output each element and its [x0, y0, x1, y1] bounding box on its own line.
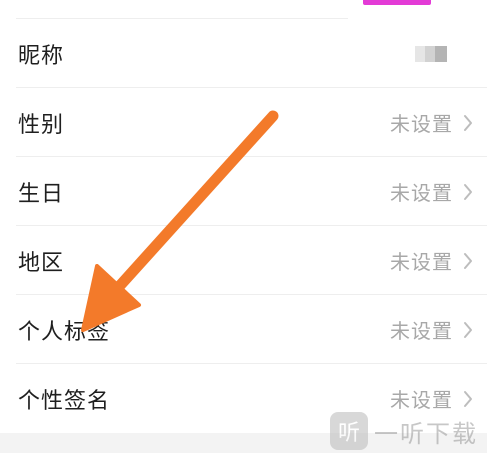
nickname-thumbnail [415, 45, 447, 62]
setting-row-birthday[interactable]: 生日 未设置 [0, 157, 487, 226]
setting-value: 未设置 [390, 388, 453, 412]
setting-label: 生日 [18, 181, 65, 207]
top-accent-bar [363, 0, 431, 5]
chevron-right-icon [461, 113, 475, 133]
watermark-text: 一听下载 [374, 419, 478, 448]
chevron-right-icon [461, 251, 475, 271]
setting-row-region[interactable]: 地区 未设置 [0, 226, 487, 295]
watermark: 听 一听下载 [330, 411, 478, 451]
chevron-right-icon [461, 389, 475, 409]
setting-value: 未设置 [390, 319, 453, 343]
setting-value: 未设置 [390, 250, 453, 274]
profile-settings-page: 昵称 性别 未设置 生日 未设置 地区 未设置 个人标签 未设置 个性签名 未设… [0, 0, 487, 453]
setting-value: 未设置 [390, 181, 453, 205]
setting-label: 个人标签 [18, 319, 111, 345]
chevron-right-icon [461, 320, 475, 340]
setting-row-gender[interactable]: 性别 未设置 [0, 88, 487, 157]
setting-label: 地区 [18, 250, 65, 276]
setting-label: 性别 [18, 112, 65, 138]
setting-label: 个性签名 [18, 388, 111, 414]
setting-label: 昵称 [18, 43, 65, 69]
setting-row-nickname[interactable]: 昵称 [0, 19, 487, 88]
settings-list: 昵称 性别 未设置 生日 未设置 地区 未设置 个人标签 未设置 个性签名 未设… [0, 19, 487, 433]
watermark-logo: 听 [330, 412, 368, 450]
chevron-right-icon [461, 182, 475, 202]
setting-row-personal-tags[interactable]: 个人标签 未设置 [0, 295, 487, 364]
setting-value: 未设置 [390, 112, 453, 136]
